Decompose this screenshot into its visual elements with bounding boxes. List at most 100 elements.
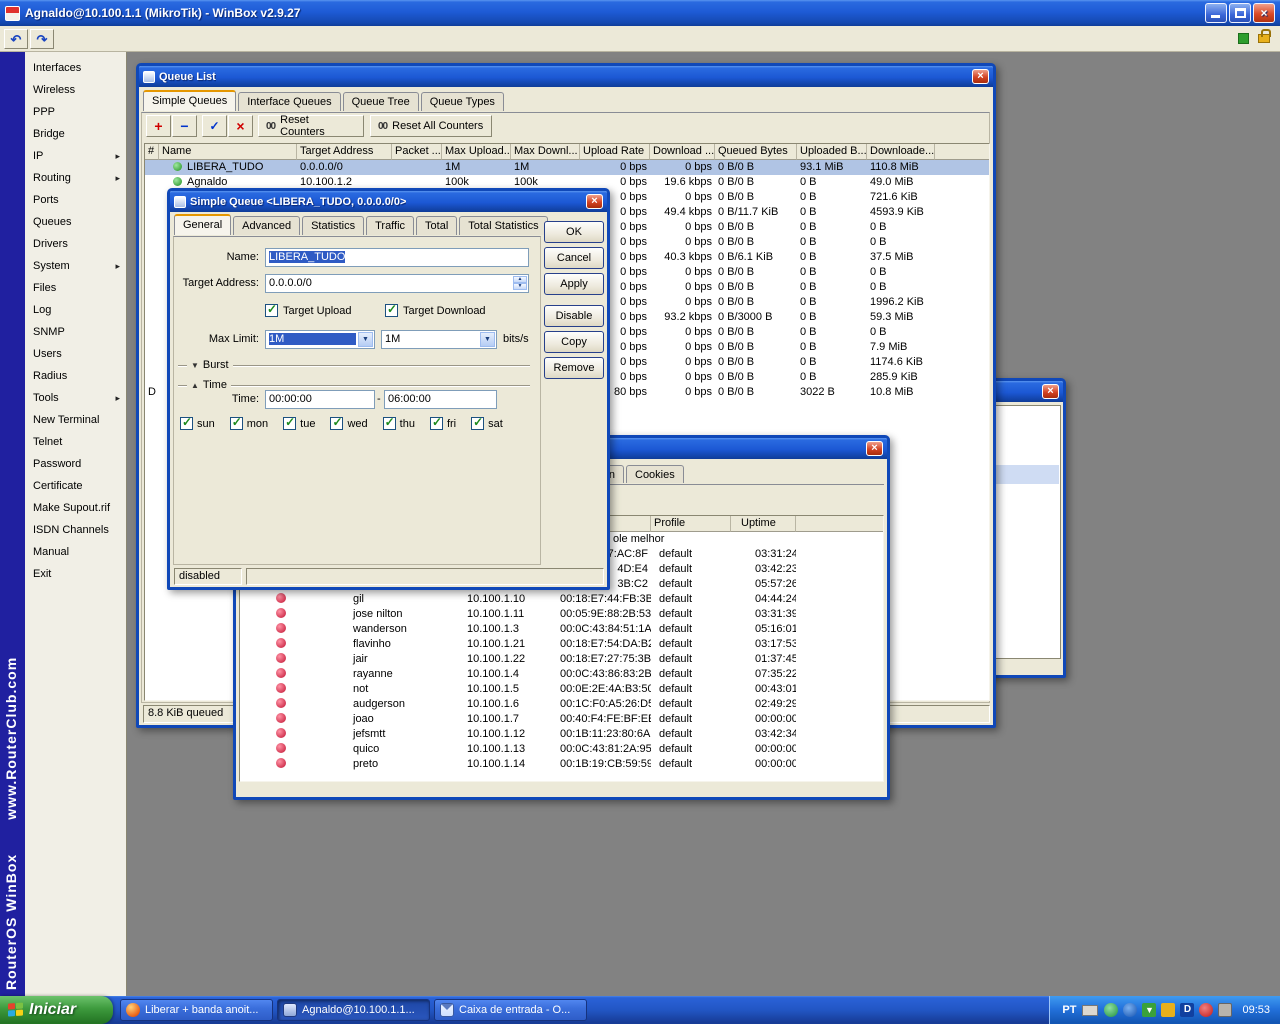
minimize-button[interactable]: [1205, 3, 1227, 23]
hotspot-row[interactable]: quico 10.100.1.13 00:0C:43:81:2A:95 default…: [240, 742, 883, 757]
queue-column-header-4[interactable]: Max Upload...: [442, 144, 511, 160]
combo-arrow-icon[interactable]: ▼: [358, 332, 373, 347]
sidebar-item-ppp[interactable]: PPP: [25, 101, 126, 123]
hotspot-row[interactable]: flavinho 10.100.1.21 00:18:E7:54:DA:B2 defa…: [240, 637, 883, 652]
max-download-combo[interactable]: 1M ▼: [381, 330, 497, 349]
combo-arrow-icon[interactable]: ▼: [480, 332, 495, 347]
reset-all-counters-button[interactable]: 00 Reset All Counters: [370, 115, 492, 137]
target-address-input[interactable]: 0.0.0.0/0 ▲ ▼: [265, 274, 529, 293]
undo-button[interactable]: ↶: [4, 28, 28, 49]
sidebar-item-telnet[interactable]: Telnet: [25, 431, 126, 453]
day-checkbox-thu[interactable]: ✓: [382, 415, 396, 430]
name-input[interactable]: LIBERA_TUDO: [265, 248, 529, 267]
apply-button[interactable]: Apply: [544, 273, 604, 295]
cancel-button[interactable]: Cancel: [544, 247, 604, 269]
queue-column-header-8[interactable]: Queued Bytes: [715, 144, 797, 160]
tab-interface-queues[interactable]: Interface Queues: [238, 92, 341, 111]
tab-cookies[interactable]: Cookies: [626, 465, 684, 483]
sidebar-item-make-supout-rif[interactable]: Make Supout.rif: [25, 497, 126, 519]
messenger-icon[interactable]: [1104, 1003, 1119, 1017]
keyboard-icon[interactable]: [1082, 1004, 1099, 1016]
day-checkbox-tue[interactable]: ✓: [283, 415, 297, 430]
dialog-tab-general[interactable]: General: [174, 214, 232, 235]
tab-queue-types[interactable]: Queue Types: [420, 92, 504, 111]
copy-button[interactable]: Copy: [544, 331, 604, 353]
sidebar-item-files[interactable]: Files: [25, 277, 126, 299]
time-from-input[interactable]: 00:00:00: [265, 390, 375, 409]
sidebar-item-drivers[interactable]: Drivers: [25, 233, 126, 255]
taskbar-task-mail[interactable]: Caixa de entrada - O...: [434, 999, 587, 1021]
hotspot-row[interactable]: wanderson 10.100.1.3 00:0C:43:84:51:1A defa…: [240, 622, 883, 637]
dap-icon[interactable]: D: [1180, 1003, 1195, 1017]
disable-queue-button[interactable]: ×: [228, 115, 253, 137]
tab-queue-tree[interactable]: Queue Tree: [342, 92, 419, 111]
hotspot-row[interactable]: gil 10.100.1.10 00:18:E7:44:FB:3B default 04…: [240, 592, 883, 607]
dialog-tab-traffic[interactable]: Traffic: [366, 216, 415, 235]
sidebar-item-tools[interactable]: Tools ▸: [25, 387, 126, 409]
taskbar-task-browser[interactable]: Liberar + banda anoit...: [120, 999, 273, 1021]
burst-section-header[interactable]: ▼ Burst: [178, 359, 530, 371]
dialog-tab-advanced[interactable]: Advanced: [233, 216, 301, 235]
dialog-tab-total-statistics[interactable]: Total Statistics: [459, 216, 548, 235]
remove-queue-button[interactable]: −: [172, 115, 197, 137]
close-button[interactable]: ×: [1253, 3, 1275, 23]
sidebar-item-new-terminal[interactable]: New Terminal: [25, 409, 126, 431]
dialog-tab-statistics[interactable]: Statistics: [302, 216, 365, 235]
queue-list-close-button[interactable]: ×: [972, 69, 989, 84]
maximize-button[interactable]: [1229, 3, 1251, 23]
app-titlebar[interactable]: Agnaldo@10.100.1.1 (MikroTik) - WinBox v…: [0, 0, 1280, 26]
update-icon[interactable]: [1123, 1003, 1138, 1017]
column-header-uptime[interactable]: Uptime: [731, 516, 796, 532]
queue-column-header-6[interactable]: Upload Rate: [580, 144, 650, 160]
download-icon[interactable]: ▼: [1142, 1003, 1157, 1017]
queue-column-header-7[interactable]: Download ...: [650, 144, 715, 160]
redo-button[interactable]: ↷: [30, 28, 54, 49]
target-address-spinner[interactable]: ▲ ▼: [513, 276, 527, 291]
max-upload-combo[interactable]: 1M ▼: [265, 330, 375, 349]
time-to-input[interactable]: 06:00:00: [384, 390, 497, 409]
scheduler-icon[interactable]: [1161, 1003, 1176, 1017]
day-checkbox-mon[interactable]: ✓: [229, 415, 243, 430]
add-queue-button[interactable]: +: [146, 115, 171, 137]
sidebar-item-isdn-channels[interactable]: ISDN Channels: [25, 519, 126, 541]
remove-button[interactable]: Remove: [544, 357, 604, 379]
simple-queue-dialog-close-button[interactable]: ×: [586, 194, 603, 209]
sidebar-item-certificate[interactable]: Certificate: [25, 475, 126, 497]
hotspot-row[interactable]: audgerson 10.100.1.6 00:1C:F0:A5:26:D5 defa…: [240, 697, 883, 712]
tab-simple-queues[interactable]: Simple Queues: [143, 90, 237, 111]
hotspot-close-button[interactable]: ×: [866, 441, 883, 456]
sidebar-item-snmp[interactable]: SNMP: [25, 321, 126, 343]
hotspot-row[interactable]: jair 10.100.1.22 00:18:E7:27:75:3B default 0…: [240, 652, 883, 667]
hotspot-row[interactable]: joao 10.100.1.7 00:40:F4:FE:BF:EE default 00…: [240, 712, 883, 727]
sidebar-item-radius[interactable]: Radius: [25, 365, 126, 387]
column-header-profile[interactable]: Profile: [651, 516, 731, 532]
sidebar-item-exit[interactable]: Exit: [25, 563, 126, 585]
sidebar-item-queues[interactable]: Queues: [25, 211, 126, 233]
taskbar-task-winbox[interactable]: Agnaldo@10.100.1.1...: [277, 999, 430, 1021]
sidebar-item-ip[interactable]: IP ▸: [25, 145, 126, 167]
language-indicator[interactable]: PT: [1062, 1004, 1076, 1016]
hotspot-row[interactable]: rayanne 10.100.1.4 00:0C:43:86:83:2B defaul…: [240, 667, 883, 682]
disable-button[interactable]: Disable: [544, 305, 604, 327]
sidebar-item-users[interactable]: Users: [25, 343, 126, 365]
target-download-checkbox[interactable]: ✓: [385, 302, 398, 317]
simple-queue-dialog-titlebar[interactable]: Simple Queue <LIBERA_TUDO, 0.0.0.0/0> ×: [170, 191, 607, 212]
hotspot-row[interactable]: jefsmtt 10.100.1.12 00:1B:11:23:80:6A defau…: [240, 727, 883, 742]
queue-column-header-0[interactable]: #: [145, 144, 159, 160]
sidebar-item-ports[interactable]: Ports: [25, 189, 126, 211]
queue-list-titlebar[interactable]: Queue List ×: [139, 66, 993, 87]
start-button[interactable]: Iniciar: [0, 996, 113, 1024]
dialog-tab-total[interactable]: Total: [416, 216, 458, 235]
queue-column-header-1[interactable]: Name: [159, 144, 297, 160]
hotspot-row[interactable]: preto 10.100.1.14 00:1B:19:CB:59:59 default…: [240, 757, 883, 772]
queue-row[interactable]: LIBERA_TUDO 0.0.0.0/0 1M 1M 0 bps 0 bps 0 B/0 …: [145, 160, 989, 175]
queue-column-header-9[interactable]: Uploaded B...: [797, 144, 867, 160]
sidebar-item-system[interactable]: System ▸: [25, 255, 126, 277]
sidebar-item-manual[interactable]: Manual: [25, 541, 126, 563]
day-checkbox-sat[interactable]: ✓: [471, 415, 485, 430]
ok-button[interactable]: OK: [544, 221, 604, 243]
background-window-close-button[interactable]: ×: [1042, 384, 1059, 399]
hotspot-row[interactable]: not 10.100.1.5 00:0E:2E:4A:B3:50 default 00:…: [240, 682, 883, 697]
antivirus-icon[interactable]: [1199, 1003, 1214, 1017]
target-upload-checkbox[interactable]: ✓: [265, 302, 278, 317]
